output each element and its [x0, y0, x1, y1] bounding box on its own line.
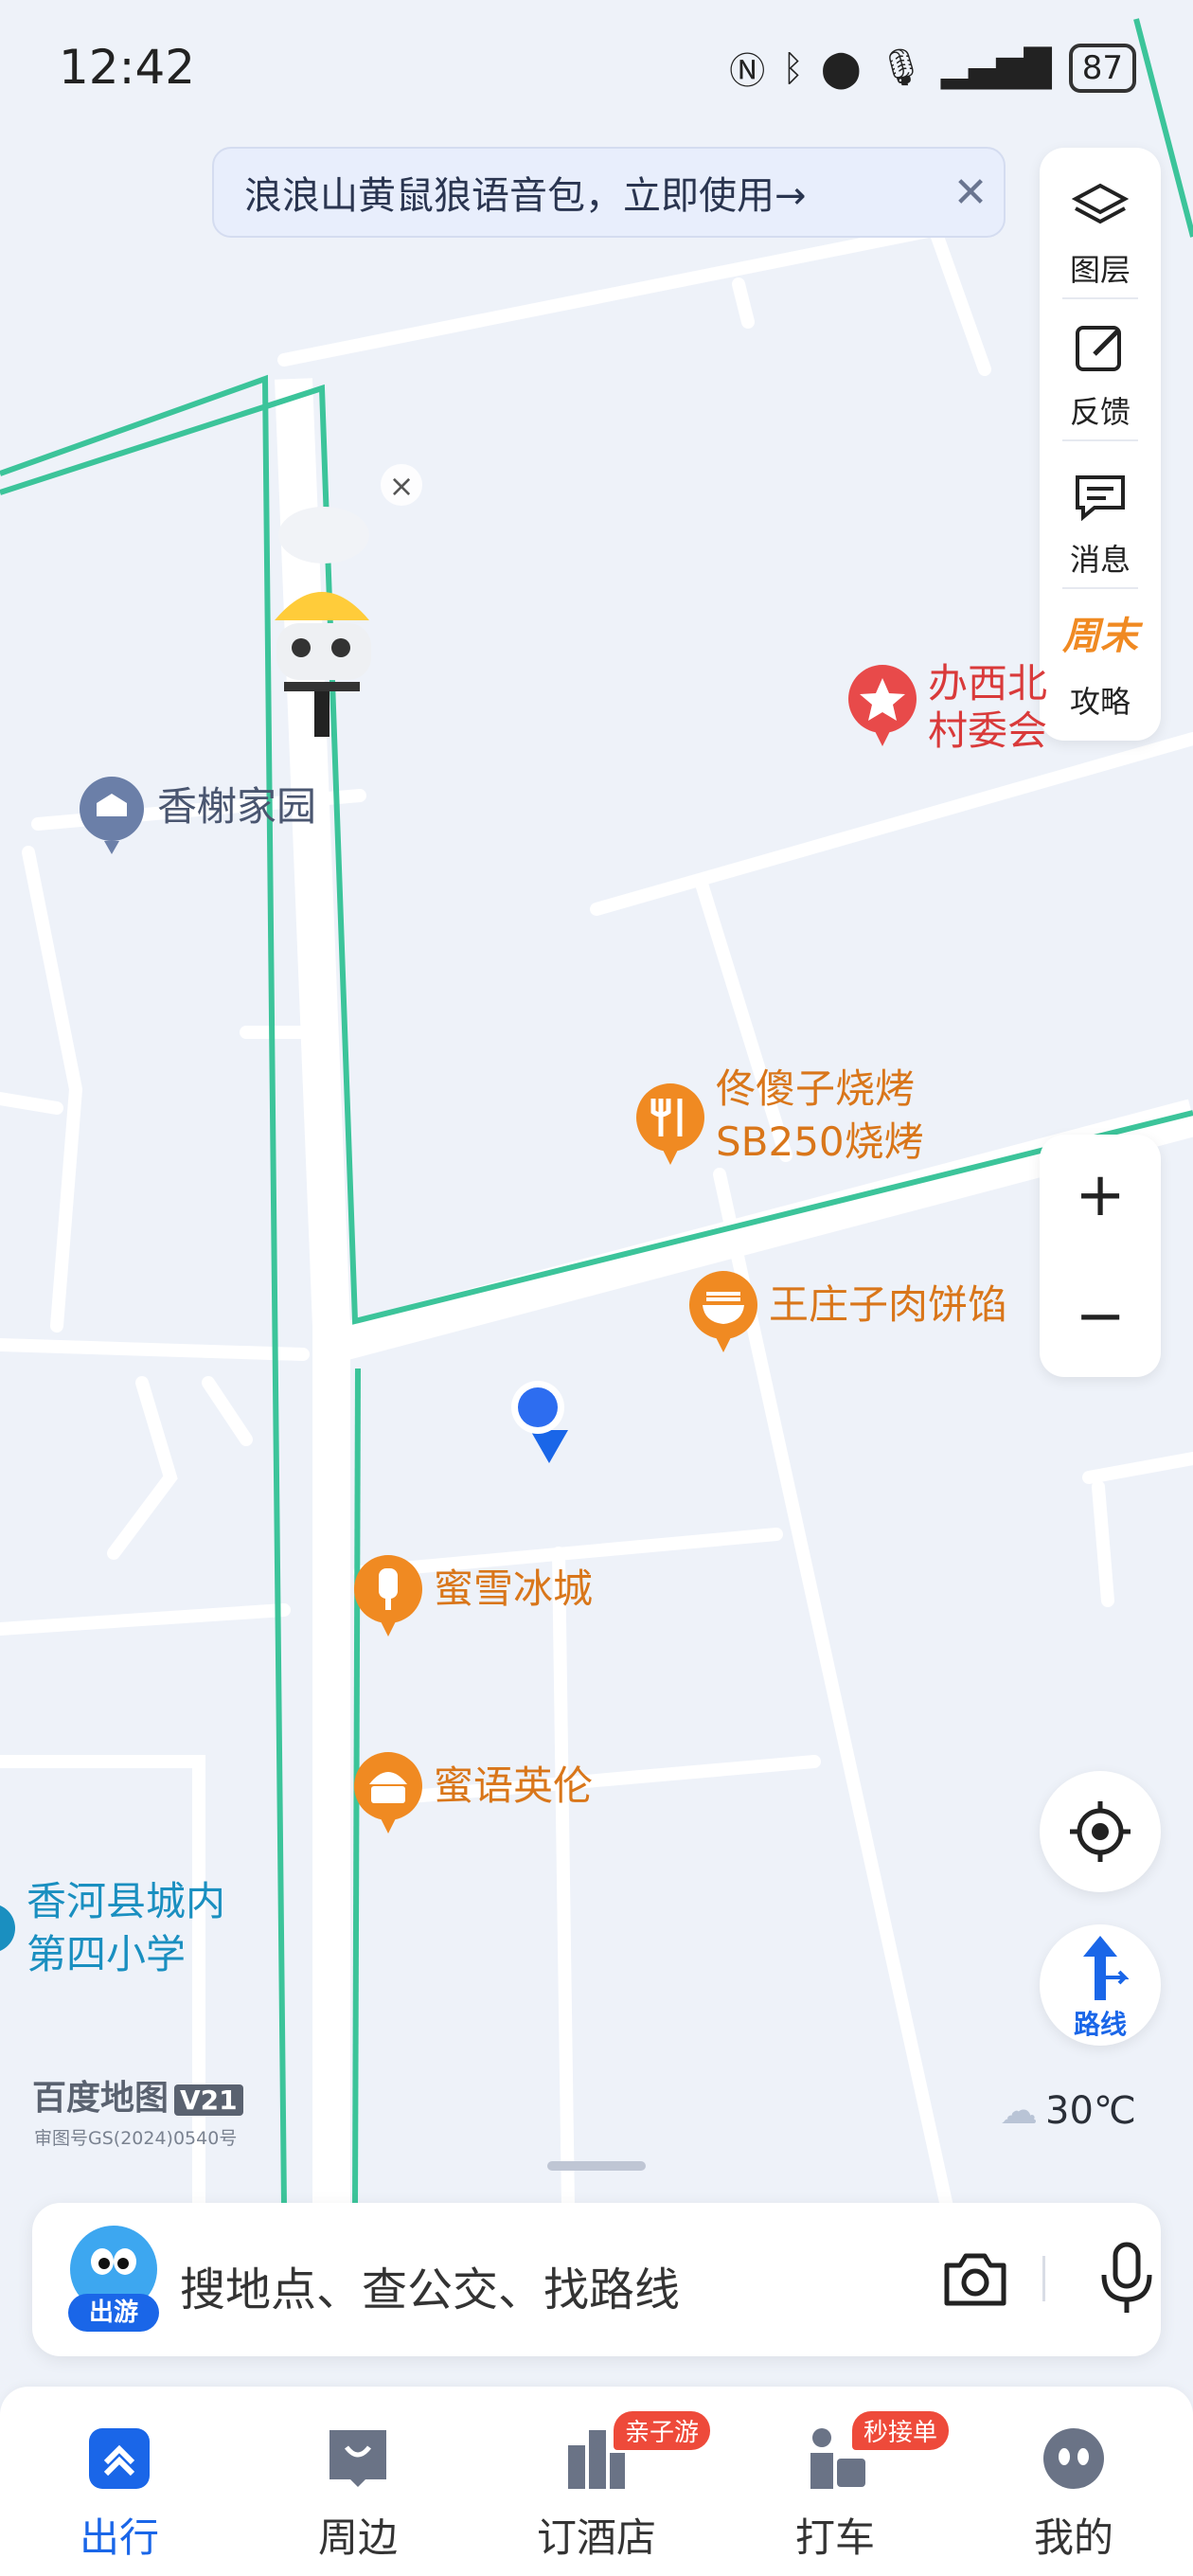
feedback-label: 反馈 — [1069, 394, 1131, 430]
bluetooth-icon: ᛒ — [782, 46, 805, 89]
search-input[interactable]: 搜地点、查公交、找路线 — [180, 2252, 680, 2318]
location-icon: ⬤ — [821, 46, 862, 89]
feedback-icon — [1076, 326, 1121, 371]
route-button[interactable]: 路线 — [1040, 1924, 1161, 2046]
partly-cloudy-icon: ☁ — [1000, 2089, 1038, 2133]
guide-label: 攻略 — [1069, 684, 1131, 720]
message-button[interactable]: 消息 — [1040, 447, 1161, 589]
tab-label: 出行 — [79, 2514, 159, 2561]
layers-button[interactable]: 图层 — [1040, 157, 1161, 299]
nfc-icon: Ⓝ — [729, 50, 766, 92]
banner-text[interactable]: 浪浪山黄鼠狼语音包，立即使用→ — [244, 165, 937, 220]
poi-label-line1: 办西北 — [928, 660, 1048, 707]
residential-pin-icon — [80, 777, 144, 854]
drawer-handle[interactable] — [547, 2161, 646, 2171]
feedback-button[interactable]: 反馈 — [1040, 299, 1161, 441]
message-label: 消息 — [1069, 542, 1131, 578]
weather-temp: 30℃ — [1045, 2089, 1136, 2133]
logo-version: V21 — [174, 2084, 243, 2116]
tab-badge: 亲子游 — [614, 2411, 711, 2450]
tab-hotel[interactable]: 订酒店 亲子游 — [511, 2411, 711, 2564]
landmark-pin-icon — [848, 665, 917, 746]
weekend-guide-icon: 周末 — [1062, 615, 1138, 658]
tab-label: 打车 — [794, 2514, 875, 2561]
travel-tag: 出游 — [68, 2294, 159, 2332]
zoom-out-button[interactable]: − — [1040, 1256, 1161, 1377]
svg-text:×: × — [389, 468, 415, 504]
map-tools-panel: 图层 反馈 消息 周末 攻略 — [1040, 148, 1161, 741]
message-icon — [1076, 475, 1125, 522]
poi-label: 香榭家园 — [157, 783, 317, 830]
search-divider — [1042, 2256, 1045, 2301]
school-pin-icon — [0, 1905, 15, 1951]
poi-label-line1: 佟傻子烧烤 — [716, 1065, 916, 1112]
battery-indicator: 87 — [1068, 43, 1136, 93]
nearby-icon — [329, 2430, 386, 2487]
tab-badge: 秒接单 — [852, 2411, 950, 2450]
tab-travel[interactable]: 出行 — [34, 2424, 205, 2564]
travel-icon — [89, 2428, 150, 2489]
weather-widget[interactable]: ☁ 30℃ — [1000, 2089, 1136, 2133]
poi-label: 王庄子肉饼馅 — [769, 1281, 1008, 1328]
tab-nearby[interactable]: 周边 — [273, 2424, 443, 2564]
logo-name: 百度地图 — [32, 2079, 169, 2118]
locate-button[interactable] — [1040, 1771, 1161, 1892]
map-canvas[interactable]: × — [0, 0, 1193, 2576]
poi-label: 蜜雪冰城 — [434, 1565, 594, 1612]
status-time: 12:42 — [59, 40, 196, 95]
tab-label: 订酒店 — [536, 2514, 656, 2561]
divider — [1062, 439, 1138, 441]
tab-taxi[interactable]: 打车 秒接单 — [750, 2411, 950, 2564]
poi-label-line1: 香河县城内 — [27, 1878, 226, 1924]
banner-close-icon[interactable]: ✕ — [937, 169, 1004, 217]
tab-label: 我的 — [1033, 2514, 1113, 2561]
status-bar: 12:42 Ⓝ ᛒ ⬤ 🎙 ▂▄▆█ 87 — [0, 0, 1193, 142]
camera-icon[interactable] — [941, 2245, 1009, 2313]
baidu-map-logo: 百度地图 V21 — [32, 2070, 243, 2120]
profile-icon — [1043, 2428, 1104, 2489]
voice-pack-banner[interactable]: 浪浪山黄鼠狼语音包，立即使用→ ✕ — [212, 147, 1006, 238]
tab-label: 周边 — [317, 2514, 398, 2561]
route-label: 路线 — [1073, 2009, 1127, 2040]
tab-profile[interactable]: 我的 — [988, 2424, 1159, 2564]
search-bar[interactable]: 出游 搜地点、查公交、找路线 — [32, 2203, 1161, 2356]
guide-button[interactable]: 周末 攻略 — [1040, 589, 1161, 731]
microphone-icon: 🎙 — [878, 46, 924, 88]
icecream-pin-icon — [354, 1555, 422, 1637]
poi-label: 蜜语英伦 — [434, 1762, 594, 1809]
layers-label: 图层 — [1069, 252, 1131, 288]
bakery-pin-icon — [354, 1752, 422, 1834]
poi-label-line2: SB250烧烤 — [716, 1118, 924, 1165]
poi-label-line2: 村委会 — [928, 707, 1048, 754]
zoom-in-button[interactable]: + — [1040, 1135, 1161, 1256]
crosshair-icon — [1070, 1801, 1131, 1862]
route-arrow-icon — [1083, 1936, 1129, 2000]
zoom-controls: + − — [1040, 1135, 1161, 1377]
microphone-icon[interactable] — [1093, 2241, 1161, 2317]
noodle-pin-icon — [689, 1271, 757, 1352]
layers-icon — [1072, 183, 1129, 224]
signal-icon: ▂▄▆█ — [940, 46, 1052, 89]
map-approval-number: 审图号GS(2024)0540号 — [34, 2128, 238, 2149]
restaurant-pin-icon — [636, 1083, 704, 1165]
poi-label-line2: 第四小学 — [27, 1931, 187, 1977]
bottom-tab-bar: 出行 周边 订酒店 亲子游 打车 秒接单 我的 — [0, 2387, 1193, 2576]
status-icons: Ⓝ ᛒ ⬤ 🎙 ▂▄▆█ 87 — [729, 42, 1136, 94]
